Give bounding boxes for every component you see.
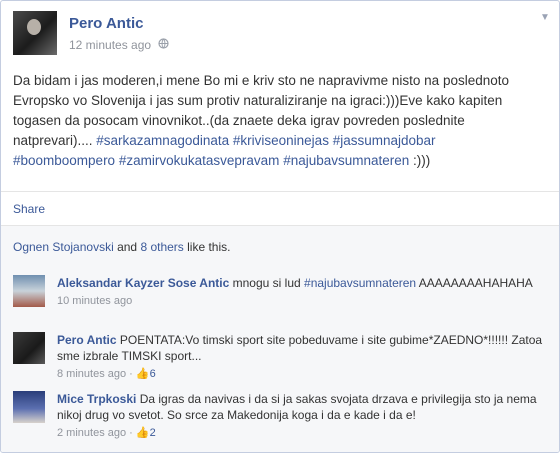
comment-body: Aleksandar Kayzer Sose Antic mnogu si lu… [57, 275, 547, 309]
comment-meta: 2 minutes ago · 👍2 [57, 427, 156, 439]
hashtag-link[interactable]: #boomboompero [13, 153, 115, 168]
comment-like-count[interactable]: 2 [150, 427, 156, 439]
comment-like-count[interactable]: 6 [150, 368, 156, 380]
post-card: ▼ Pero Antic 12 minutes ago Da bidam i j… [0, 0, 560, 453]
comment-timestamp[interactable]: 2 minutes ago [57, 427, 126, 439]
comment-text: Pero Antic POENTATA:Vo timski sport site… [57, 332, 547, 364]
hashtag-link[interactable]: #sarkazamnagodinata [96, 133, 229, 148]
likes-summary: Ognen Stojanovski and 8 others like this… [13, 240, 230, 254]
comment-timestamp[interactable]: 8 minutes ago [57, 368, 126, 380]
liker-name[interactable]: Ognen Stojanovski [13, 240, 114, 254]
comment-avatar[interactable] [13, 391, 45, 423]
comment-meta: 8 minutes ago · 👍6 [57, 368, 156, 380]
comment-avatar[interactable] [13, 332, 45, 364]
post-timestamp[interactable]: 12 minutes ago [69, 38, 151, 52]
post-author[interactable]: Pero Antic [69, 15, 143, 32]
comment-author[interactable]: Mice Trpkoski [57, 392, 136, 406]
globe-icon [158, 38, 170, 52]
hashtag-link[interactable]: #najubavsumnateren [304, 276, 416, 290]
comment-body: Pero Antic POENTATA:Vo timski sport site… [57, 332, 547, 382]
text-segment: POENTATA:Vo timski sport site pobeduvame… [57, 333, 543, 363]
text-segment: :))) [409, 153, 431, 168]
others-link[interactable]: 8 others [140, 240, 183, 254]
hashtag-link[interactable]: #kriviseoninejas [233, 133, 329, 148]
text-segment: AAAAAAAAHAHAHA [416, 276, 533, 290]
comment-message: POENTATA:Vo timski sport site pobeduvame… [57, 333, 542, 363]
likes-suffix: like this. [183, 240, 231, 254]
comment-timestamp[interactable]: 10 minutes ago [57, 295, 132, 307]
share-link[interactable]: Share [13, 202, 45, 216]
comment-text: Aleksandar Kayzer Sose Antic mnogu si lu… [57, 275, 547, 291]
comments-list: Aleksandar Kayzer Sose Antic mnogu si lu… [1, 266, 559, 452]
divider [1, 191, 559, 192]
likes-bar: Ognen Stojanovski and 8 others like this… [1, 225, 559, 267]
hashtag-link[interactable]: #najubavsumnateren [283, 153, 409, 168]
comment-meta: 10 minutes ago [57, 293, 547, 309]
comment-avatar[interactable] [13, 275, 45, 307]
comment-message: mnogu si lud #najubavsumnateren AAAAAAAA… [229, 276, 533, 290]
post-text: Da bidam i jas moderen,i mene Bo mi e kr… [13, 71, 541, 171]
post-meta: 12 minutes ago [69, 38, 170, 52]
text-segment: mnogu si lud [229, 276, 305, 290]
comment-text: Mice Trpkoski Da igras da navivas i da s… [57, 391, 547, 423]
thumbs-up-icon[interactable]: 👍 [136, 368, 150, 380]
hashtag-link[interactable]: #jassumnajdobar [333, 133, 436, 148]
comment-author[interactable]: Aleksandar Kayzer Sose Antic [57, 276, 229, 290]
comment-body: Mice Trpkoski Da igras da navivas i da s… [57, 391, 547, 441]
comment-author[interactable]: Pero Antic [57, 333, 117, 347]
avatar[interactable] [13, 11, 57, 55]
likes-connector: and [113, 240, 141, 254]
hashtag-link[interactable]: #zamirvokukatasvepravam [119, 153, 280, 168]
chevron-down-icon[interactable]: ▼ [539, 13, 551, 23]
thumbs-up-icon[interactable]: 👍 [136, 427, 150, 439]
